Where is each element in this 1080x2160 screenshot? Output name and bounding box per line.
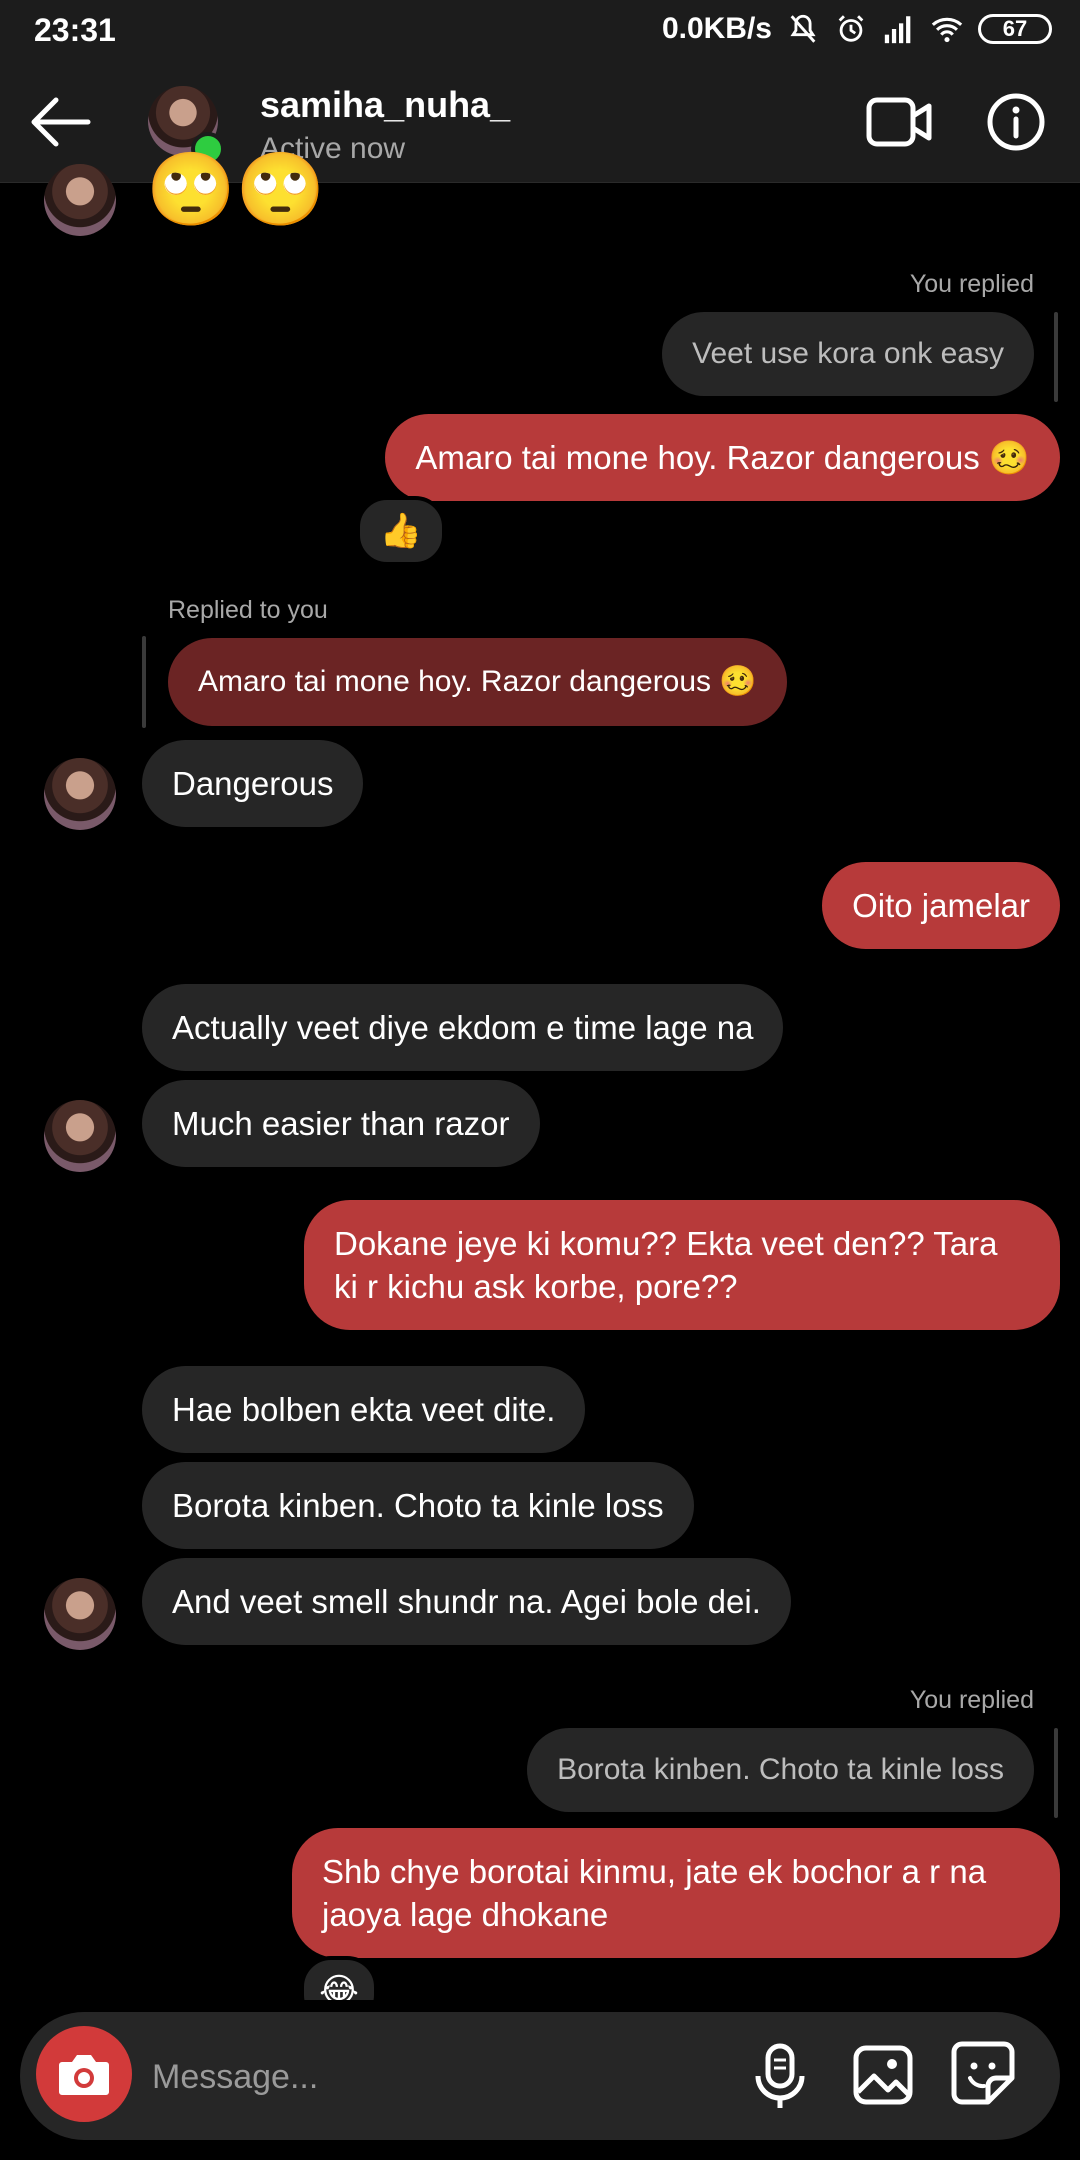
camera-button[interactable] <box>36 2026 132 2122</box>
outgoing-message[interactable]: Dokane jeye ki komu?? Ekta veet den?? Ta… <box>304 1200 1060 1330</box>
message-line: Dokane jeye ki komu?? Ekta veet den?? Ta… <box>334 1225 998 1262</box>
quote-bar <box>142 636 146 728</box>
emoji-message[interactable]: 🙄🙄 <box>146 150 325 230</box>
replied-to-you-label: Replied to you <box>168 596 328 624</box>
signal-icon <box>884 16 911 44</box>
incoming-message[interactable]: Hae bolben ekta veet dite. <box>142 1366 586 1453</box>
message-line: ki r kichu ask korbe, pore?? <box>334 1268 738 1305</box>
you-replied-label: You replied <box>909 1686 1034 1714</box>
outgoing-message[interactable]: Shb chye borotai kinmu, jate ek bochor a… <box>292 1828 1060 1958</box>
incoming-message[interactable]: Borota kinben. Choto ta kinle loss <box>142 1462 694 1549</box>
avatar[interactable] <box>44 1100 116 1172</box>
mute-bell-icon <box>790 14 816 43</box>
contact-username[interactable]: samiha_nuha_ <box>260 84 510 126</box>
message-line: jaoya lage dhokane <box>322 1896 609 1933</box>
quoted-message[interactable]: Veet use kora onk easy <box>662 312 1034 396</box>
quote-bar <box>1054 312 1058 402</box>
avatar[interactable] <box>44 164 116 236</box>
alarm-icon <box>838 15 864 42</box>
incoming-message[interactable]: Much easier than razor <box>142 1080 540 1167</box>
incoming-message[interactable]: And veet smell shundr na. Agei bole dei. <box>142 1558 791 1645</box>
gallery-icon[interactable] <box>852 2044 914 2106</box>
info-icon[interactable] <box>986 92 1046 152</box>
network-speed: 0.0KB/s <box>661 12 772 45</box>
outgoing-message[interactable]: Oito jamelar <box>822 862 1060 949</box>
video-call-icon[interactable] <box>866 94 932 150</box>
quoted-message[interactable]: Amaro tai mone hoy. Razor dangerous 🥴 <box>168 638 787 726</box>
sticker-icon[interactable] <box>950 2040 1016 2106</box>
you-replied-label: You replied <box>909 270 1034 298</box>
status-icons: 0.0KB/s 67 <box>662 12 1052 46</box>
incoming-message[interactable]: Dangerous <box>142 740 364 827</box>
quote-bar <box>1054 1728 1058 1818</box>
message-input[interactable] <box>150 2046 714 2108</box>
status-time: 23:31 <box>34 12 116 48</box>
incoming-message[interactable]: Actually veet diye ekdom e time lage na <box>142 984 784 1071</box>
battery-icon: 67 <box>978 14 1052 44</box>
outgoing-message[interactable]: Amaro tai mone hoy. Razor dangerous 🥴 <box>385 414 1060 501</box>
avatar[interactable] <box>44 758 116 830</box>
back-arrow-icon[interactable] <box>26 92 96 152</box>
message-line: Shb chye borotai kinmu, jate ek bochor a… <box>322 1853 987 1890</box>
reaction-thumbs-up[interactable]: 👍 <box>356 496 446 566</box>
avatar[interactable] <box>44 1578 116 1650</box>
microphone-icon[interactable] <box>752 2042 808 2112</box>
wifi-icon <box>931 17 963 43</box>
camera-icon <box>59 2055 109 2095</box>
quoted-message[interactable]: Borota kinben. Choto ta kinle loss <box>527 1728 1034 1812</box>
